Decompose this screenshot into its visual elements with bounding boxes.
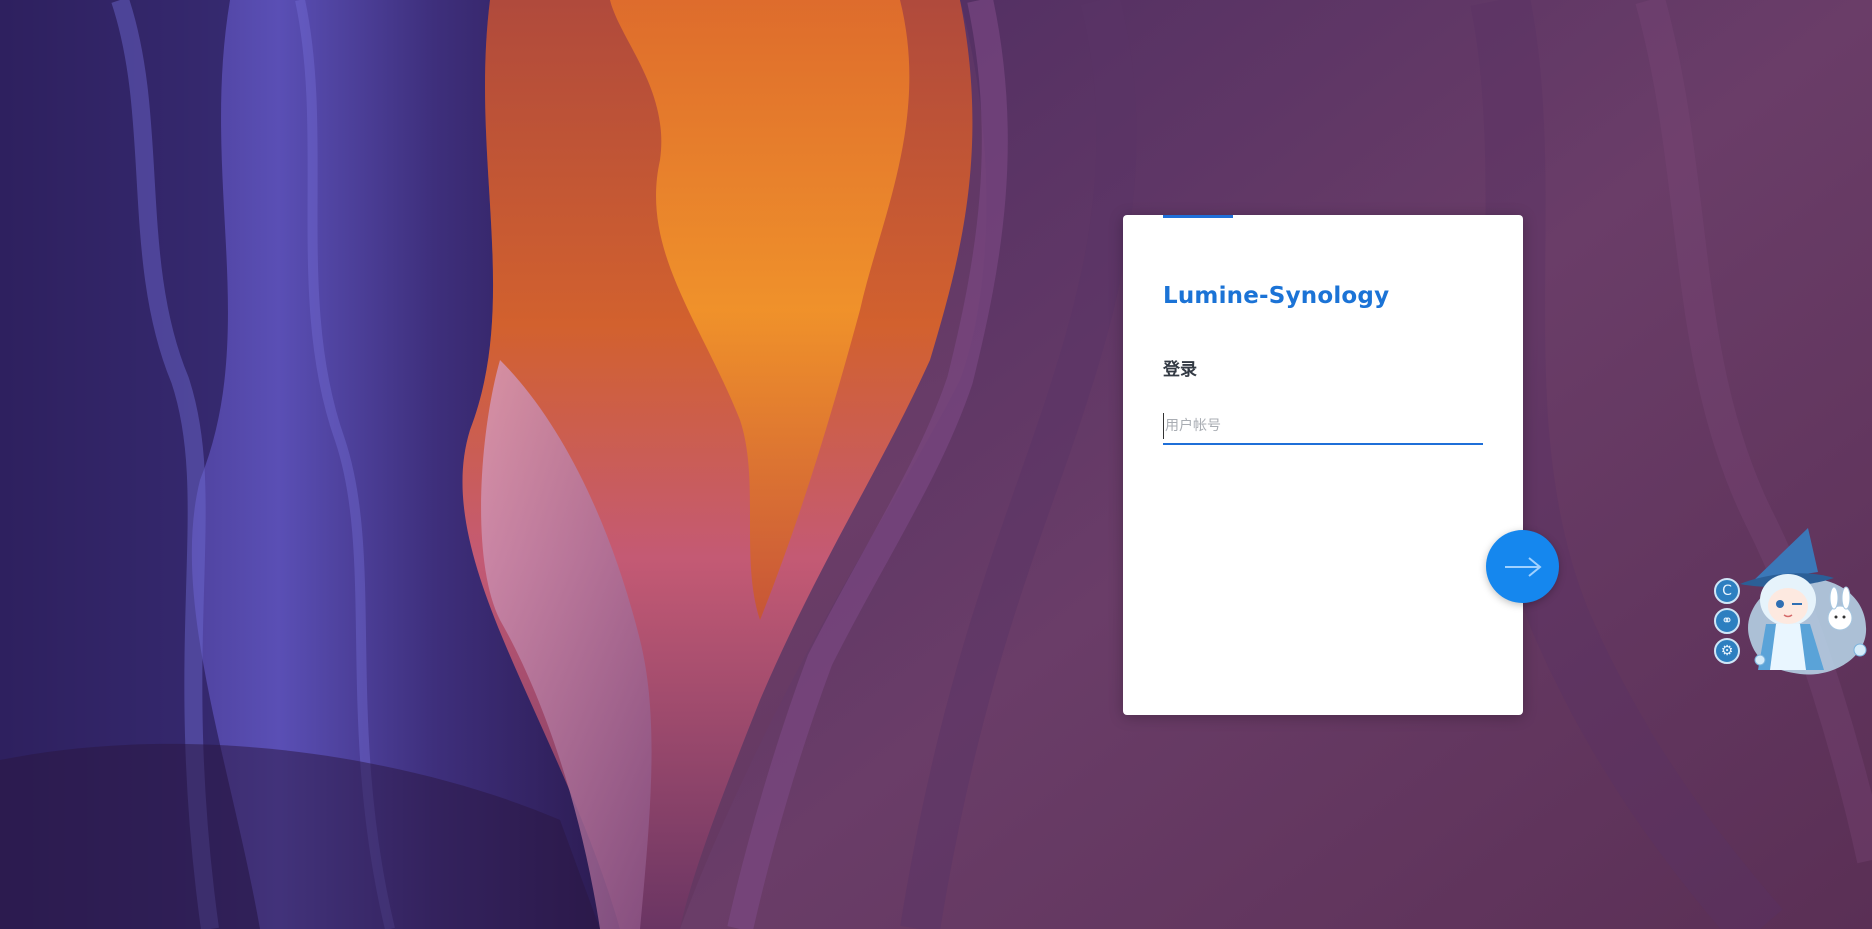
- brand-title: Lumine-Synology: [1163, 283, 1390, 309]
- card-accent-bar: [1163, 215, 1233, 218]
- mascot-widget[interactable]: C ⚭ ⚙: [1700, 520, 1872, 680]
- settings-icon[interactable]: ⚙: [1714, 638, 1740, 664]
- username-input[interactable]: [1163, 413, 1483, 439]
- arrow-right-icon: [1504, 556, 1542, 577]
- username-field[interactable]: [1163, 409, 1483, 445]
- login-heading: 登录: [1163, 360, 1197, 380]
- canyon-background: [0, 0, 1872, 929]
- login-card: Lumine-Synology 登录: [1123, 215, 1523, 715]
- next-button[interactable]: [1486, 530, 1559, 603]
- link-icon[interactable]: ⚭: [1714, 608, 1740, 634]
- refresh-icon[interactable]: C: [1714, 578, 1740, 604]
